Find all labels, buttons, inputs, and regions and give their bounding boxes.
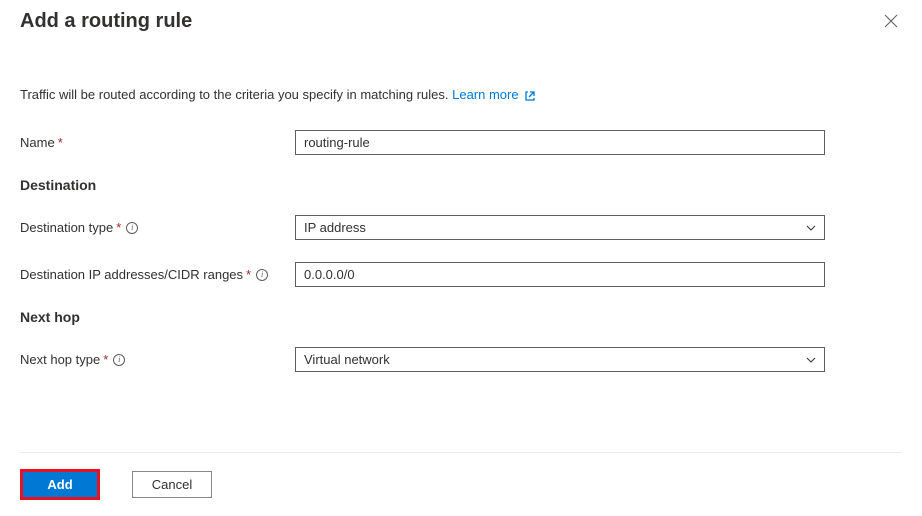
destination-type-row: Destination type * i — [20, 215, 902, 240]
destination-cidr-label: Destination IP addresses/CIDR ranges * i — [20, 267, 295, 282]
destination-type-control — [295, 215, 825, 240]
destination-type-select[interactable] — [295, 215, 825, 240]
destination-cidr-label-text: Destination IP addresses/CIDR ranges — [20, 267, 243, 282]
cancel-button[interactable]: Cancel — [132, 471, 212, 498]
destination-type-label: Destination type * i — [20, 220, 295, 235]
learn-more-label: Learn more — [452, 87, 518, 102]
destination-cidr-row: Destination IP addresses/CIDR ranges * i — [20, 262, 902, 287]
destination-type-label-text: Destination type — [20, 220, 113, 235]
name-row: Name * — [20, 130, 902, 155]
panel-title: Add a routing rule — [20, 10, 192, 33]
close-button[interactable] — [880, 10, 902, 35]
next-hop-type-select[interactable] — [295, 347, 825, 372]
panel-header: Add a routing rule — [20, 10, 902, 35]
destination-section-header: Destination — [20, 177, 902, 193]
info-icon[interactable]: i — [113, 354, 125, 366]
info-icon[interactable]: i — [126, 222, 138, 234]
required-indicator: * — [103, 352, 108, 367]
panel-footer: Add Cancel — [20, 452, 902, 516]
form-content: Traffic will be routed according to the … — [20, 87, 902, 452]
next-hop-type-select-wrapper — [295, 347, 825, 372]
next-hop-section-header: Next hop — [20, 309, 902, 325]
name-label-text: Name — [20, 135, 55, 150]
name-label: Name * — [20, 135, 295, 150]
next-hop-type-label-text: Next hop type — [20, 352, 100, 367]
learn-more-link[interactable]: Learn more — [452, 87, 536, 102]
info-icon[interactable]: i — [256, 269, 268, 281]
name-control — [295, 130, 825, 155]
routing-rule-panel: Add a routing rule Traffic will be route… — [0, 0, 922, 516]
close-icon — [884, 15, 898, 31]
destination-cidr-control — [295, 262, 825, 287]
add-button[interactable]: Add — [20, 469, 100, 500]
next-hop-type-label: Next hop type * i — [20, 352, 295, 367]
next-hop-type-control — [295, 347, 825, 372]
description-body: Traffic will be routed according to the … — [20, 87, 448, 102]
external-link-icon — [522, 87, 536, 102]
destination-cidr-input[interactable] — [295, 262, 825, 287]
required-indicator: * — [246, 267, 251, 282]
description-text: Traffic will be routed according to the … — [20, 87, 902, 102]
destination-type-select-wrapper — [295, 215, 825, 240]
name-input[interactable] — [295, 130, 825, 155]
required-indicator: * — [116, 220, 121, 235]
next-hop-type-row: Next hop type * i — [20, 347, 902, 372]
required-indicator: * — [58, 135, 63, 150]
